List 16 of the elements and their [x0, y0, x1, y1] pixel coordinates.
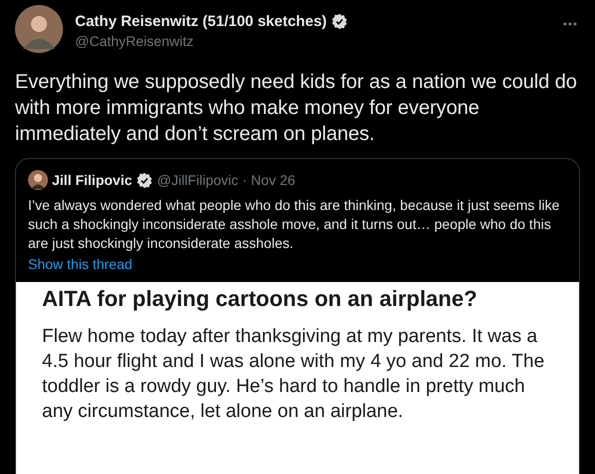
- attached-screenshot[interactable]: [16, 282, 579, 474]
- quoted-tweet-card[interactable]: [15, 158, 580, 474]
- author-handle[interactable]: @CathyReisenwitz: [75, 33, 348, 49]
- separator-dot: ·: [242, 172, 247, 188]
- post-title: AITA for playing cartoons on an airplane?: [42, 286, 478, 312]
- show-thread-link[interactable]: Show this thread: [28, 255, 132, 274]
- quoted-tweet-text: I’ve always wondered what people who do this are thinking, because it just seems like such a shockingly inconsiderate asshole move, and it turns out… people who do this are just shockingly inconsiderate assholes.: [28, 196, 561, 253]
- author-name[interactable]: Cathy Reisenwitz (51/100 sketches): [75, 13, 327, 30]
- tweet-date[interactable]: Nov 26: [250, 172, 296, 188]
- avatar-icon[interactable]: [28, 170, 48, 190]
- more-icon[interactable]: [563, 22, 577, 26]
- tweet-text: Everything we supposedly need kids for as a nation we could do with more immigrants who make money for everyone immediately and don’t scream on planes.: [15, 70, 578, 147]
- post-body: Flew home today after thanksgiving at my parents. It was a 4.5 hour flight and I was alone with my 4 yo and 22 mo. The toddler is a rowdy guy. He’s hard to handle in pretty much any circumstance, let alone on an airplane.: [42, 325, 546, 424]
- avatar-icon[interactable]: [15, 5, 63, 53]
- author-handle[interactable]: @JillFilipovic: [157, 172, 238, 188]
- author-name[interactable]: Jill Filipovic: [52, 172, 132, 188]
